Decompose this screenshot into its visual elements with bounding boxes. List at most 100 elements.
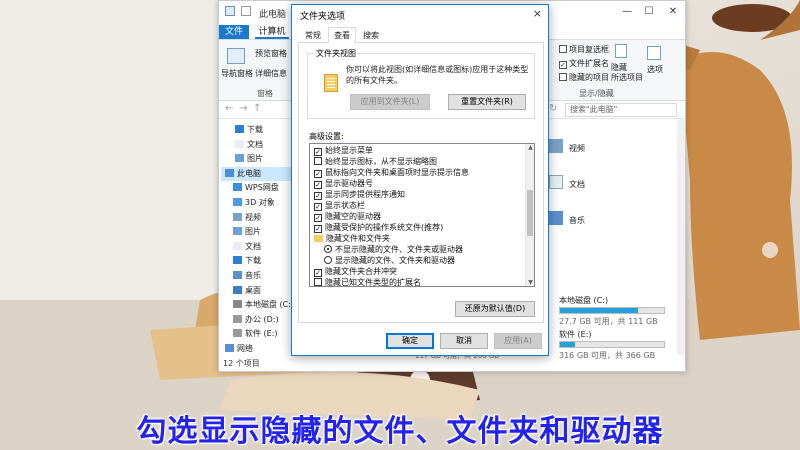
setting-label: 不显示隐藏的文件、文件夹或驱动器 bbox=[335, 245, 463, 254]
subtitle-caption: 勾选显示隐藏的文件、文件夹和驱动器 bbox=[136, 414, 664, 449]
tab-file[interactable]: 文件 bbox=[219, 25, 249, 39]
nav-item-3d-objects[interactable]: 3D 对象 bbox=[233, 196, 275, 210]
setting-row[interactable]: 隐藏文件和文件夹 bbox=[314, 233, 390, 244]
nav-item-label: 此电脑 bbox=[237, 168, 261, 178]
tab-search[interactable]: 搜索 bbox=[358, 29, 384, 43]
nav-item-label: 下载 bbox=[245, 256, 261, 266]
minimize-icon[interactable]: — bbox=[617, 5, 637, 19]
setting-row[interactable]: 隐藏已知文件类型的扩展名 bbox=[314, 277, 421, 286]
options-icon[interactable] bbox=[647, 46, 661, 60]
nav-item-network[interactable]: 网络 bbox=[225, 342, 253, 356]
checkbox-checked[interactable]: ✓ bbox=[314, 148, 322, 156]
videos-folder[interactable]: 视频 bbox=[569, 143, 585, 154]
cancel-button[interactable]: 取消 bbox=[440, 333, 488, 349]
checkbox[interactable] bbox=[314, 278, 322, 286]
setting-row[interactable]: ✓ 显示同步提供程序通知 bbox=[314, 189, 405, 200]
pane-group-label: 窗格 bbox=[257, 89, 273, 98]
nav-item-documents-2[interactable]: 文档 bbox=[233, 240, 261, 254]
item-checkboxes-toggle[interactable]: 项目复选框 bbox=[559, 44, 609, 55]
refresh-icon[interactable]: ↻ bbox=[549, 103, 557, 114]
setting-row[interactable]: 不显示隐藏的文件、文件夹或驱动器 bbox=[324, 244, 463, 255]
nav-item-pictures-2[interactable]: 图片 bbox=[233, 225, 261, 239]
nav-item-this-pc[interactable]: 此电脑 bbox=[221, 166, 291, 181]
checkbox-checked[interactable]: ✓ bbox=[314, 269, 322, 277]
checkbox[interactable] bbox=[314, 157, 322, 165]
reset-folders-button[interactable]: 重置文件夹(R) bbox=[448, 94, 526, 110]
up-arrow-icon[interactable]: ↑ bbox=[253, 103, 261, 114]
setting-row[interactable]: ✓ 隐藏文件夹合并冲突 bbox=[314, 266, 397, 277]
nav-item-music[interactable]: 音乐 bbox=[233, 269, 261, 283]
close-icon[interactable]: ✕ bbox=[663, 5, 683, 19]
nav-item-drive-c[interactable]: 本地磁盘 (C:) bbox=[233, 298, 294, 312]
forward-arrow-icon[interactable]: → bbox=[239, 103, 247, 114]
radio-selected[interactable] bbox=[324, 245, 332, 253]
advanced-settings-list: ✓ 始终显示菜单 始终显示图标，从不显示缩略图 ✓ 鼠标指向文件夹和桌面项时显示提示信息… bbox=[309, 143, 535, 287]
quick-access-icon[interactable] bbox=[241, 6, 251, 16]
apply-to-folders-button[interactable]: 应用到文件夹(L) bbox=[350, 94, 430, 110]
drive-c-usage-bar bbox=[559, 307, 665, 314]
checkbox-checked[interactable]: ✓ bbox=[314, 225, 322, 233]
navigation-pane-icon[interactable] bbox=[227, 48, 245, 64]
scroll-down-icon[interactable]: ▼ bbox=[526, 279, 534, 286]
options-button[interactable]: 选项 bbox=[647, 64, 663, 75]
nav-item-videos[interactable]: 视频 bbox=[233, 211, 261, 225]
nav-item-documents[interactable]: 文档 bbox=[235, 138, 263, 152]
nav-item-downloads[interactable]: 下载 bbox=[235, 123, 263, 137]
dialog-title: 文件夹选项 bbox=[300, 12, 346, 22]
checkbox-checked[interactable]: ✓ bbox=[314, 170, 322, 178]
hidden-items-toggle[interactable]: 隐藏的项目 bbox=[559, 72, 609, 83]
apply-button[interactable]: 应用(A) bbox=[494, 333, 542, 349]
setting-row[interactable]: ✓ 隐藏受保护的操作系统文件(推荐) bbox=[314, 222, 443, 233]
setting-row[interactable]: 显示隐藏的文件、文件夹和驱动器 bbox=[324, 255, 455, 266]
advanced-settings-scrollbar[interactable]: ▲ ▼ bbox=[525, 144, 534, 286]
radio[interactable] bbox=[324, 256, 332, 264]
downloads-icon bbox=[235, 125, 244, 133]
search-input[interactable]: 搜索"此电脑" bbox=[565, 103, 677, 117]
details-pane-button[interactable]: 详细信息 bbox=[255, 68, 287, 79]
nav-item-drive-e[interactable]: 软件 (E:) bbox=[233, 327, 278, 341]
documents-folder[interactable]: 文档 bbox=[569, 179, 585, 190]
nav-item-pictures[interactable]: 图片 bbox=[235, 152, 263, 166]
folder-views-legend: 文件夹视图 bbox=[314, 48, 358, 59]
setting-row[interactable]: ✓ 始终显示菜单 bbox=[314, 145, 373, 156]
checkbox-checked[interactable]: ✓ bbox=[314, 203, 322, 211]
checkbox-checked[interactable]: ✓ bbox=[314, 181, 322, 189]
downloads-2-icon bbox=[233, 256, 242, 265]
scroll-thumb[interactable] bbox=[527, 190, 533, 236]
content-scrollbar[interactable] bbox=[677, 119, 685, 355]
drive-e-label[interactable]: 软件 (E:) bbox=[559, 329, 592, 340]
pictures-icon bbox=[235, 154, 244, 163]
tab-view[interactable]: 查看 bbox=[328, 27, 356, 44]
preview-pane-button[interactable]: 预览窗格 bbox=[255, 48, 287, 59]
nav-item-label: WPS网盘 bbox=[245, 183, 279, 193]
nav-item-drive-d[interactable]: 办公 (D:) bbox=[233, 313, 279, 327]
scroll-up-icon[interactable]: ▲ bbox=[526, 144, 534, 151]
tab-computer[interactable]: 计算机 bbox=[255, 25, 289, 39]
dialog-close-icon[interactable]: × bbox=[533, 7, 542, 20]
back-arrow-icon[interactable]: ← bbox=[225, 103, 233, 114]
nav-item-desktop[interactable]: 桌面 bbox=[233, 284, 261, 298]
navigation-pane-button[interactable]: 导航窗格 bbox=[221, 68, 253, 79]
music-folder[interactable]: 音乐 bbox=[569, 215, 585, 226]
setting-label: 显示状态栏 bbox=[325, 201, 365, 210]
restore-defaults-button[interactable]: 还原为默认值(D) bbox=[455, 301, 535, 317]
setting-row[interactable]: ✓ 显示驱动器号 bbox=[314, 178, 373, 189]
ok-button[interactable]: 确定 bbox=[386, 333, 434, 349]
nav-item-label: 下载 bbox=[247, 125, 263, 134]
nav-item-wps-drive[interactable]: WPS网盘 bbox=[233, 181, 279, 195]
tab-general[interactable]: 常规 bbox=[300, 29, 326, 43]
setting-label: 隐藏空的驱动器 bbox=[325, 212, 381, 221]
setting-row[interactable]: ✓ 显示状态栏 bbox=[314, 200, 365, 211]
drive-c-label[interactable]: 本地磁盘 (C:) bbox=[559, 295, 608, 306]
hide-selected-icon[interactable] bbox=[615, 44, 627, 58]
nav-item-downloads-2[interactable]: 下载 bbox=[233, 254, 261, 268]
checkbox-checked[interactable]: ✓ bbox=[314, 214, 322, 222]
setting-row[interactable]: ✓ 隐藏空的驱动器 bbox=[314, 211, 381, 222]
drive-e-icon bbox=[233, 329, 242, 338]
file-extensions-toggle[interactable]: ✓ 文件扩展名 bbox=[559, 58, 609, 69]
maximize-icon[interactable]: ☐ bbox=[639, 5, 659, 19]
nav-item-label: 文档 bbox=[247, 139, 263, 149]
setting-row[interactable]: 始终显示图标，从不显示缩略图 bbox=[314, 156, 437, 167]
checkbox-checked[interactable]: ✓ bbox=[314, 192, 322, 200]
setting-row[interactable]: ✓ 鼠标指向文件夹和桌面项时显示提示信息 bbox=[314, 167, 469, 178]
